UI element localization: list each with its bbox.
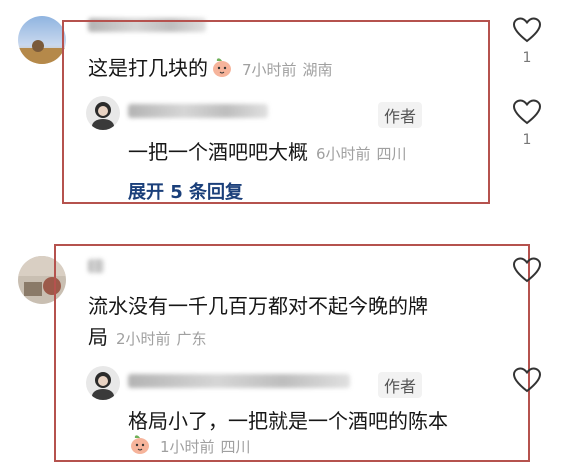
author-badge: 作者 — [378, 102, 423, 128]
comment-text: 流水没有一千几百万都对不起今晚的牌 — [88, 294, 428, 318]
reply-like-count: 1 — [522, 132, 532, 148]
reply-avatar[interactable] — [86, 96, 120, 130]
expand-replies-link[interactable]: 展开 5 条回复 — [128, 178, 243, 204]
comment-location: 广东 — [176, 330, 207, 348]
peach-emoji-icon — [210, 55, 234, 84]
comment-time: 2小时前 — [116, 330, 171, 348]
heart-outline-icon — [512, 367, 542, 393]
heart-outline-icon — [512, 17, 542, 43]
reply-author-name[interactable] — [128, 104, 268, 118]
reply-like-button[interactable] — [512, 366, 542, 398]
like-button[interactable]: 1 — [512, 16, 542, 66]
comment-time: 7小时前 — [242, 61, 297, 79]
reply-location: 四川 — [220, 438, 251, 456]
reply-text: 一把一个酒吧吧大概 6小时前 四川 — [128, 140, 407, 164]
comment-text: 这是打几块的 7小时前 湖南 — [88, 52, 333, 84]
reply-author-name[interactable] — [128, 374, 350, 388]
reply-like-button[interactable]: 1 — [512, 98, 542, 148]
comment-text-line2: 局 2小时前 广东 — [88, 325, 207, 349]
author-badge: 作者 — [378, 372, 423, 398]
highlight-box — [62, 20, 490, 204]
like-button[interactable] — [512, 256, 542, 288]
reply-location: 四川 — [376, 145, 407, 163]
reply-time: 6小时前 — [316, 145, 371, 163]
reply-meta: 1小时前 四川 — [128, 432, 251, 461]
comment-location: 湖南 — [302, 61, 333, 79]
commenter-avatar[interactable] — [18, 16, 66, 64]
heart-outline-icon — [512, 257, 542, 283]
like-count: 1 — [522, 50, 532, 66]
reply-time: 1小时前 — [160, 438, 215, 456]
heart-outline-icon — [512, 99, 542, 125]
reply-text: 格局小了，一把就是一个酒吧的陈本 — [128, 409, 448, 433]
reply-avatar[interactable] — [86, 366, 120, 400]
peach-emoji-icon — [128, 432, 152, 461]
